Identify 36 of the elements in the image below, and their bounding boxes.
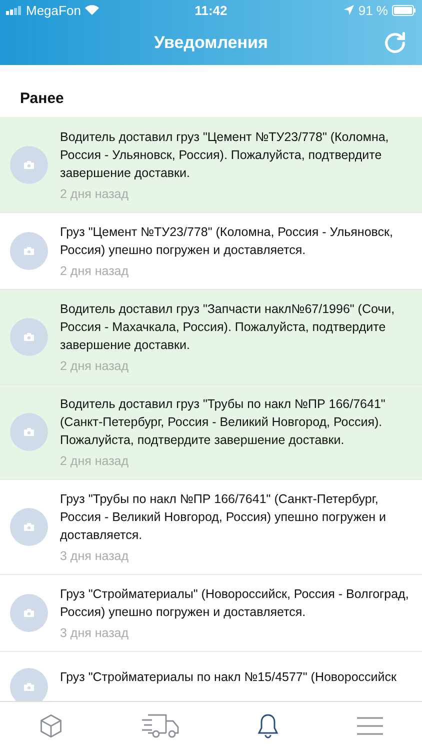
notification-text: Водитель доставил груз "Трубы по накл №ПР 166/7641" (Санкт-Петербург, Россия - Великий Новгород, Россия). Пожалуйста, подтвердите завершение доставки. <box>60 396 386 449</box>
screen-title: Уведомления <box>154 32 268 52</box>
clock-time: 11:42 <box>194 2 228 18</box>
camera-icon <box>24 333 34 341</box>
notification-time: 3 дня назад <box>60 625 130 641</box>
notification-time: 2 дня назад <box>60 453 130 469</box>
bell-icon <box>256 713 280 739</box>
notification-row[interactable]: Водитель доставил груз "Запчасти накл№67/1996" (Сочи, Россия - Махачкала, Россия). Пожалуйста, подтвердите завершение доставки. 2 дня назад <box>0 290 422 385</box>
signal-icon <box>6 6 22 14</box>
notification-text: Груз "Стройматериалы" (Новороссийск, Россия - Волгоград, Россия) упешно погружен и доставляется. <box>60 586 410 621</box>
notification-row[interactable]: Водитель доставил груз "Трубы по накл №ПР 166/7641" (Санкт-Петербург, Россия - Великий Новгород, Россия). Пожалуйста, подтвердите завершение доставки. 2 дня назад <box>0 385 422 480</box>
notification-time: 2 дня назад <box>60 358 130 374</box>
truck-icon <box>140 712 180 740</box>
notification-time: 2 дня назад <box>60 186 130 202</box>
notification-row[interactable]: Водитель доставил груз "Цемент №ТУ23/778" (Коломна, Россия - Ульяновск, Россия). Пожалуйста, подтвердите завершение доставки. 2 дня назад <box>0 118 422 213</box>
notification-time: 2 дня назад <box>60 263 130 279</box>
notification-text: Груз "Цемент №ТУ23/778" (Коломна, Россия - Ульяновск, Россия) упешно погружен и доставляется. <box>60 224 394 259</box>
wifi-icon <box>84 5 99 15</box>
camera-icon <box>24 161 34 169</box>
notification-text: Груз "Стройматериалы по накл №15/4577" (Новороссийск <box>60 669 396 686</box>
location-arrow-icon <box>344 5 354 15</box>
camera-icon <box>24 609 34 617</box>
camera-icon <box>24 523 34 531</box>
notification-text: Водитель доставил груз "Цемент №ТУ23/778" (Коломна, Россия - Ульяновск, Россия). Пожалуйста, подтвердите завершение доставки. <box>60 129 390 182</box>
carrier-name: MegaFon <box>26 2 81 18</box>
camera-icon <box>24 428 34 436</box>
notification-text: Груз "Трубы по накл №ПР 166/7641" (Санкт-Петербург, Россия - Великий Новгород, Россия) упешно погружен и доставляется. <box>60 491 387 544</box>
notification-time: 3 дня назад <box>60 548 130 564</box>
box-icon <box>38 713 64 739</box>
section-heading: Ранее <box>20 90 64 107</box>
battery-icon <box>392 4 416 16</box>
camera-icon <box>24 683 34 691</box>
menu-icon <box>356 715 384 737</box>
camera-icon <box>24 247 34 255</box>
battery-percent: 91 % <box>358 2 388 18</box>
notification-text: Водитель доставил груз "Запчасти накл№67/1996" (Сочи, Россия - Махачкала, Россия). Пожалуйста, подтвердите завершение доставки. <box>60 301 396 354</box>
